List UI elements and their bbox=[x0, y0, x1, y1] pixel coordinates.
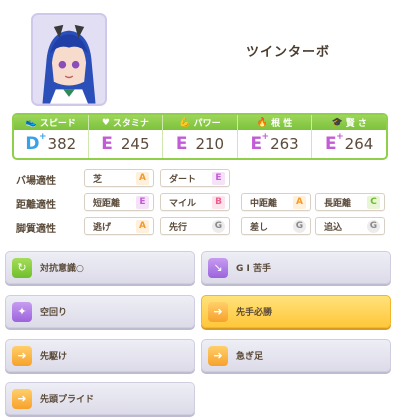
stat-value: 264 bbox=[344, 135, 374, 153]
skill-card[interactable]: ✦ 空回り bbox=[5, 295, 195, 328]
skill-card[interactable]: ↘ G I 苦手 bbox=[201, 251, 391, 284]
distance-aptitude-label: 距離適性 bbox=[16, 200, 56, 211]
stat-speed: 👟 スピード D +382 bbox=[14, 115, 89, 158]
skill-name: 対抗意識○ bbox=[40, 264, 84, 274]
aptitude-chaser: 追込 G bbox=[315, 217, 385, 235]
stat-rank: E + bbox=[250, 131, 270, 154]
flame-icon: 🔥 bbox=[256, 117, 269, 128]
muscle-icon: 💪 bbox=[179, 117, 191, 128]
rival-skill-icon: ↻ bbox=[12, 257, 32, 278]
skill-name: 先手必勝 bbox=[236, 308, 273, 318]
aptitude-grade: A bbox=[136, 219, 149, 233]
stats-panel: 👟 スピード D +382 ♥ スタミナ E 245 💪 パワー E 210 🔥 根 性 E +… bbox=[12, 113, 388, 160]
stat-wisdom: 🎓 賢 さ E +264 bbox=[312, 115, 386, 158]
stat-value: 263 bbox=[270, 135, 299, 153]
stat-label: スタミナ bbox=[112, 119, 149, 129]
skill-card-gold[interactable]: ➜ 先手必勝 bbox=[201, 295, 391, 328]
aptitude-leader: 先行 G bbox=[160, 217, 230, 235]
skill-name: 先駆け bbox=[40, 352, 68, 362]
aptitude-grade: A bbox=[293, 195, 306, 209]
aptitude-dirt: ダート E bbox=[160, 169, 230, 187]
aptitude-grade: G bbox=[367, 219, 380, 233]
aptitude-long: 長距離 C bbox=[315, 193, 385, 211]
aptitude-turf: 芝A bbox=[84, 169, 154, 187]
skill-name: G I 苦手 bbox=[236, 264, 272, 274]
shoe-icon: 👟 bbox=[25, 117, 37, 128]
skill-card[interactable]: ➜ 急ぎ足 bbox=[201, 339, 391, 372]
stat-value: 245 bbox=[120, 135, 150, 153]
skill-name: 空回り bbox=[40, 308, 68, 318]
graduation-cap-icon: 🎓 bbox=[331, 117, 343, 128]
aptitude-grade: E bbox=[212, 171, 225, 185]
strategy-aptitude-label: 脚質適性 bbox=[16, 224, 56, 235]
stat-rank: D + bbox=[25, 131, 47, 154]
aptitude-grade: B bbox=[212, 195, 225, 209]
speed-skill-icon: ➜ bbox=[208, 301, 228, 322]
stat-label: パワー bbox=[193, 119, 221, 129]
stat-guts: 🔥 根 性 E +263 bbox=[237, 115, 313, 158]
stat-rank: E + bbox=[325, 131, 344, 154]
aptitude-medium: 中距離 A bbox=[241, 193, 311, 211]
skill-name: 先頭プライド bbox=[40, 395, 95, 405]
aptitude-mile: マイル B bbox=[160, 193, 230, 211]
speed-skill-icon: ➜ bbox=[12, 388, 32, 409]
aptitude-grade: G bbox=[293, 219, 306, 233]
skill-name: 急ぎ足 bbox=[236, 352, 264, 362]
character-name: ツインターボ bbox=[246, 45, 331, 60]
heart-icon: ♥ bbox=[101, 117, 110, 128]
character-portrait-image bbox=[33, 15, 105, 104]
stat-power: 💪 パワー E 210 bbox=[163, 115, 238, 158]
stat-label: スピード bbox=[39, 119, 76, 129]
speed-skill-icon: ➜ bbox=[12, 345, 32, 366]
stat-label: 賢 さ bbox=[345, 119, 367, 129]
stat-value: 210 bbox=[195, 135, 225, 153]
stat-rank: E bbox=[175, 133, 188, 154]
stat-label: 根 性 bbox=[271, 119, 293, 129]
aptitude-betweener: 差し G bbox=[241, 217, 311, 235]
aptitude-grade: G bbox=[212, 219, 225, 233]
skill-card[interactable]: ➜ 先頭プライド bbox=[5, 382, 195, 415]
stat-rank: E bbox=[101, 133, 113, 154]
character-portrait[interactable] bbox=[31, 13, 107, 106]
skill-card[interactable]: ↻ 対抗意識○ bbox=[5, 251, 195, 284]
aptitude-sprint: 短距離 E bbox=[84, 193, 154, 211]
aptitude-runner: 逃げ A bbox=[84, 217, 154, 235]
stat-stamina: ♥ スタミナ E 245 bbox=[88, 115, 164, 158]
aptitude-grade: C bbox=[367, 195, 380, 209]
stat-value: 382 bbox=[47, 135, 77, 153]
aptitude-grade: A bbox=[136, 171, 149, 185]
spin-skill-icon: ✦ bbox=[12, 301, 32, 322]
aptitude-grade: E bbox=[136, 195, 149, 209]
debuff-skill-icon: ↘ bbox=[208, 257, 228, 278]
skill-card[interactable]: ➜ 先駆け bbox=[5, 339, 195, 372]
speed-skill-icon: ➜ bbox=[208, 345, 228, 366]
surface-aptitude-label: バ場適性 bbox=[16, 176, 56, 187]
